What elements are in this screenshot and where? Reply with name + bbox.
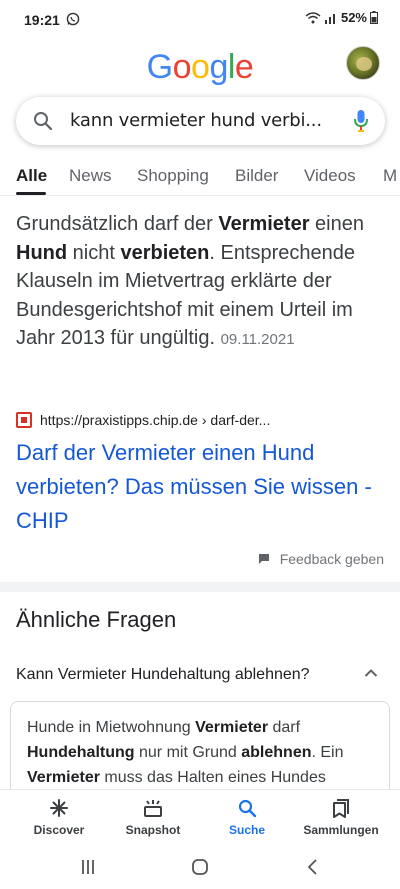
- whatsapp-icon: [66, 12, 80, 26]
- battery-percent: 52%: [340, 10, 367, 25]
- active-tab-indicator: [16, 192, 46, 195]
- answer-text: Hunde in Mietwohnung Vermieter darf Hund…: [27, 715, 372, 790]
- related-question-item[interactable]: Kann Vermieter Hundehaltung ablehnen?: [0, 650, 400, 700]
- answer-bold: ablehnen: [241, 744, 312, 761]
- status-time: 19:21: [24, 12, 60, 28]
- tab-videos[interactable]: Videos: [304, 166, 356, 186]
- related-question-answer: Hunde in Mietwohnung Vermieter darf Hund…: [10, 701, 390, 796]
- search-icon: [238, 799, 257, 818]
- snippet-date: 09.11.2021: [220, 331, 295, 348]
- snippet-bold: verbieten: [120, 241, 210, 264]
- search-icon: [34, 112, 53, 131]
- answer-text: muss das Halten eines Hundes: [99, 769, 326, 786]
- nav-sammlungen[interactable]: Sammlungen: [291, 790, 391, 846]
- answer-text: darf: [268, 719, 301, 736]
- answer-bold: Vermieter: [195, 719, 269, 736]
- nav-discover[interactable]: Discover: [9, 790, 109, 846]
- search-box[interactable]: kann vermieter hund verbi...: [16, 97, 385, 145]
- recent-apps-icon[interactable]: [78, 857, 98, 877]
- nav-snapshot-label: Snapshot: [125, 823, 181, 837]
- section-divider: [0, 582, 400, 592]
- bottom-navigation: Discover Snapshot Suche Sammlungen: [0, 789, 400, 845]
- tab-news[interactable]: News: [69, 166, 112, 186]
- feedback-button[interactable]: Feedback geben: [258, 551, 384, 567]
- logo-letter: o: [191, 48, 210, 86]
- nav-discover-label: Discover: [33, 823, 85, 837]
- related-question-text[interactable]: Kann Vermieter Hundehaltung ablehnen?: [16, 666, 310, 684]
- answer-text: Hunde in Mietwohnung: [27, 719, 196, 736]
- result-source[interactable]: https://praxistipps.chip.de › darf-der..…: [16, 412, 270, 428]
- snippet-text: Grundsätzlich darf der: [16, 213, 219, 235]
- logo-letter: o: [172, 48, 192, 86]
- asterisk-icon: [50, 799, 68, 817]
- nav-sammlungen-label: Sammlungen: [303, 823, 379, 837]
- answer-text: . Ein: [311, 744, 344, 761]
- snippet-bold: Hund: [16, 241, 68, 264]
- nav-snapshot[interactable]: Snapshot: [103, 790, 203, 846]
- google-logo[interactable]: Google: [0, 48, 400, 87]
- answer-bold: Vermieter: [27, 769, 100, 786]
- tab-alle[interactable]: Alle: [16, 166, 47, 186]
- answer-bold: Hundehaltung: [27, 744, 135, 761]
- logo-letter: G: [146, 48, 173, 86]
- wifi-icon: [305, 11, 321, 23]
- logo-letter: g: [209, 48, 228, 86]
- header: Google: [0, 40, 400, 90]
- snippet-text: einen: [309, 213, 364, 235]
- feedback-label[interactable]: Feedback geben: [280, 551, 384, 567]
- snippet-text: nicht: [67, 241, 121, 264]
- system-navigation-bar: [0, 845, 400, 889]
- logo-letter: e: [234, 48, 254, 86]
- snippet-bold: Vermieter: [218, 213, 310, 235]
- home-icon[interactable]: [190, 857, 210, 877]
- snapshot-icon: [144, 800, 162, 817]
- feedback-flag-icon: [258, 554, 269, 564]
- tab-more[interactable]: M: [383, 166, 397, 186]
- status-bar: 19:21 52%: [0, 0, 400, 40]
- source-url[interactable]: https://praxistipps.chip.de › darf-der..…: [40, 412, 270, 428]
- nav-suche-label: Suche: [228, 823, 265, 837]
- tab-shopping[interactable]: Shopping: [137, 166, 209, 186]
- featured-snippet-text: Grundsätzlich darf der Vermieter einen H…: [16, 210, 386, 355]
- chip-favicon-icon: [16, 412, 32, 428]
- back-icon[interactable]: [303, 857, 323, 877]
- tab-bilder[interactable]: Bilder: [235, 166, 278, 186]
- collections-icon: [333, 799, 349, 818]
- avatar[interactable]: [346, 46, 380, 80]
- microphone-icon[interactable]: [353, 109, 369, 133]
- chevron-up-icon[interactable]: [364, 668, 378, 678]
- search-input[interactable]: kann vermieter hund verbi...: [70, 110, 322, 131]
- related-questions-title: Ähnliche Fragen: [16, 607, 177, 632]
- logo-letter: l: [227, 48, 236, 86]
- answer-text: nur mit Grund: [134, 744, 242, 761]
- nav-suche[interactable]: Suche: [197, 790, 297, 846]
- search-tabs: Alle News Shopping Bilder Videos M: [0, 160, 400, 196]
- status-indicators: 52%: [305, 10, 378, 25]
- result-title-link[interactable]: Darf der Vermieter einen Hund verbieten?…: [16, 436, 376, 538]
- signal-icon: [324, 13, 335, 24]
- battery-icon: [370, 11, 378, 24]
